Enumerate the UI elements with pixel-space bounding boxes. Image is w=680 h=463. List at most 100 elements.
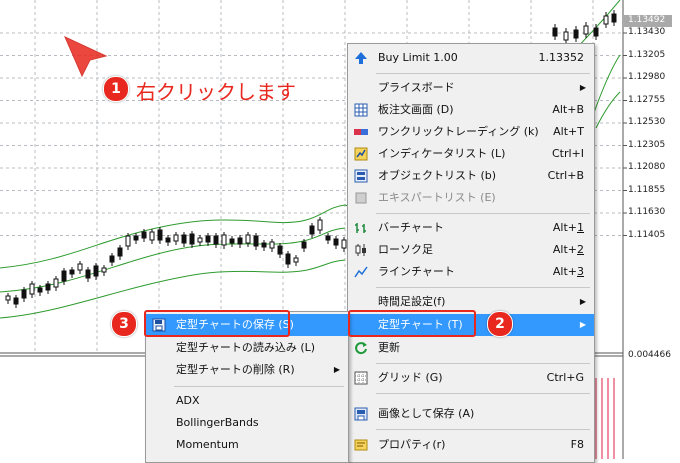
submenu-item-load-template[interactable]: 定型チャートの読み込み (L)	[146, 337, 348, 359]
candle-body	[69, 269, 75, 275]
line-chart-icon	[354, 265, 368, 279]
menu-item-buy-limit[interactable]: Buy Limit 1.00 1.13352	[348, 47, 594, 69]
indicator-value-label: 0.004466	[628, 350, 671, 360]
menu-item-expert-list[interactable]: エキスパートリスト (E)	[348, 187, 594, 209]
candle-body	[261, 242, 267, 248]
step-2-badge: 2	[487, 311, 513, 337]
candle-body	[552, 27, 558, 37]
price-axis-label: 1.11630	[628, 207, 666, 217]
bar-chart-icon	[354, 221, 368, 235]
submenu-arrow-icon: ▶	[579, 297, 586, 306]
candle-body	[157, 229, 163, 241]
candle-body	[213, 235, 219, 245]
submenu-item-template-momentum[interactable]: Momentum	[146, 434, 348, 456]
candle-body	[37, 287, 43, 293]
candle-body	[341, 239, 347, 249]
submenu-item-delete-template[interactable]: 定型チャートの削除 (R) ▶	[146, 359, 348, 381]
menu-item-refresh[interactable]: 更新	[348, 337, 594, 359]
chart-context-menu: Buy Limit 1.00 1.13352 プライスボード ▶ 板注文画面 (…	[347, 43, 595, 463]
candle-body	[133, 235, 139, 241]
menu-item-object-list[interactable]: オブジェクトリスト (b) Ctrl+B	[348, 165, 594, 187]
candle-body	[593, 27, 599, 37]
expert-list-icon	[354, 191, 368, 205]
price-axis-label: 1.12980	[628, 72, 666, 82]
candle-body	[101, 267, 107, 273]
up-arrow-icon	[354, 51, 368, 65]
candle-body	[333, 238, 339, 246]
candle-body	[197, 237, 203, 243]
candle-body	[77, 263, 83, 271]
price-axis-label: 1.12305	[628, 139, 666, 150]
submenu-arrow-icon: ▶	[333, 365, 340, 374]
candle-body	[109, 255, 115, 263]
candle-body	[301, 241, 307, 249]
candle-body	[21, 289, 27, 299]
menu-separator	[376, 393, 590, 394]
properties-icon	[354, 438, 368, 452]
candle-body	[293, 257, 299, 263]
candle-body	[149, 231, 155, 241]
step-1-text: 右クリックします	[136, 80, 296, 104]
candle-body	[285, 253, 291, 265]
candle-body	[563, 31, 569, 41]
candle-body	[93, 265, 99, 277]
candle-body	[189, 233, 195, 245]
step-1-badge: 1	[103, 76, 129, 102]
candle-body	[141, 231, 147, 239]
submenu-item-template-bollinger[interactable]: BollingerBands	[146, 412, 348, 434]
middle-band-line	[0, 227, 346, 293]
submenu-arrow-icon: ▶	[579, 320, 586, 329]
price-axis-label: 1.12080	[628, 162, 666, 172]
candle-body	[117, 247, 123, 257]
candle-body	[13, 297, 19, 305]
menu-item-order-board[interactable]: 板注文画面 (D) Alt+B	[348, 99, 594, 121]
candle-body	[229, 238, 235, 244]
menu-item-one-click-trading[interactable]: ワンクリックトレーディング (k) Alt+T	[348, 121, 594, 143]
menu-separator	[376, 363, 590, 364]
candle-body	[277, 245, 283, 255]
mouse-cursor-icon	[64, 35, 108, 78]
menu-separator	[376, 73, 590, 74]
candle-body	[573, 29, 579, 39]
menu-item-save-image[interactable]: 画像として保存 (A)	[348, 403, 594, 425]
candle-body	[125, 235, 131, 247]
candle-body	[253, 235, 259, 247]
price-axis-label: 1.11855	[628, 184, 666, 195]
callout-save-template	[144, 310, 290, 337]
candle-body	[245, 234, 251, 244]
refresh-icon	[354, 341, 368, 355]
candle-body	[205, 235, 211, 243]
candle-body	[325, 235, 331, 241]
price-axis-label: 1.11405	[628, 229, 666, 240]
menu-item-indicator-list[interactable]: インディケータリスト (L) Ctrl+I	[348, 143, 594, 165]
menu-item-line-chart[interactable]: ラインチャート Alt+3	[348, 261, 594, 283]
menu-item-grid[interactable]: グリッド (G) Ctrl+G	[348, 367, 594, 389]
candle-body	[221, 234, 227, 246]
candle-body	[53, 278, 59, 288]
menu-item-bar-chart[interactable]: バーチャート Alt+1	[348, 217, 594, 239]
candle-body	[309, 225, 315, 235]
candle-body	[583, 25, 589, 35]
menu-separator	[376, 213, 590, 214]
order-board-icon	[354, 103, 368, 117]
candle-body	[269, 241, 275, 249]
candle-body	[173, 234, 179, 242]
submenu-item-template-adx[interactable]: ADX	[146, 390, 348, 412]
candle-body	[181, 234, 187, 244]
grid-icon	[354, 371, 368, 385]
current-price-label: 1.13492	[628, 15, 666, 25]
indicator-list-icon	[354, 147, 368, 161]
menu-separator	[376, 287, 590, 288]
candle-body	[29, 283, 35, 295]
candle-body	[603, 15, 609, 25]
one-click-trading-icon	[354, 125, 368, 139]
save-image-icon	[354, 407, 368, 421]
menu-separator	[174, 386, 344, 387]
step-3-badge: 3	[111, 311, 137, 337]
menu-item-price-board[interactable]: プライスボード ▶	[348, 77, 594, 99]
candle-body	[45, 283, 51, 291]
menu-item-candlestick-chart[interactable]: ローソク足 Alt+2	[348, 239, 594, 261]
callout-template-menu	[348, 310, 476, 337]
menu-item-properties[interactable]: プロパティ(r) F8	[348, 434, 594, 456]
candle-body	[5, 295, 11, 301]
